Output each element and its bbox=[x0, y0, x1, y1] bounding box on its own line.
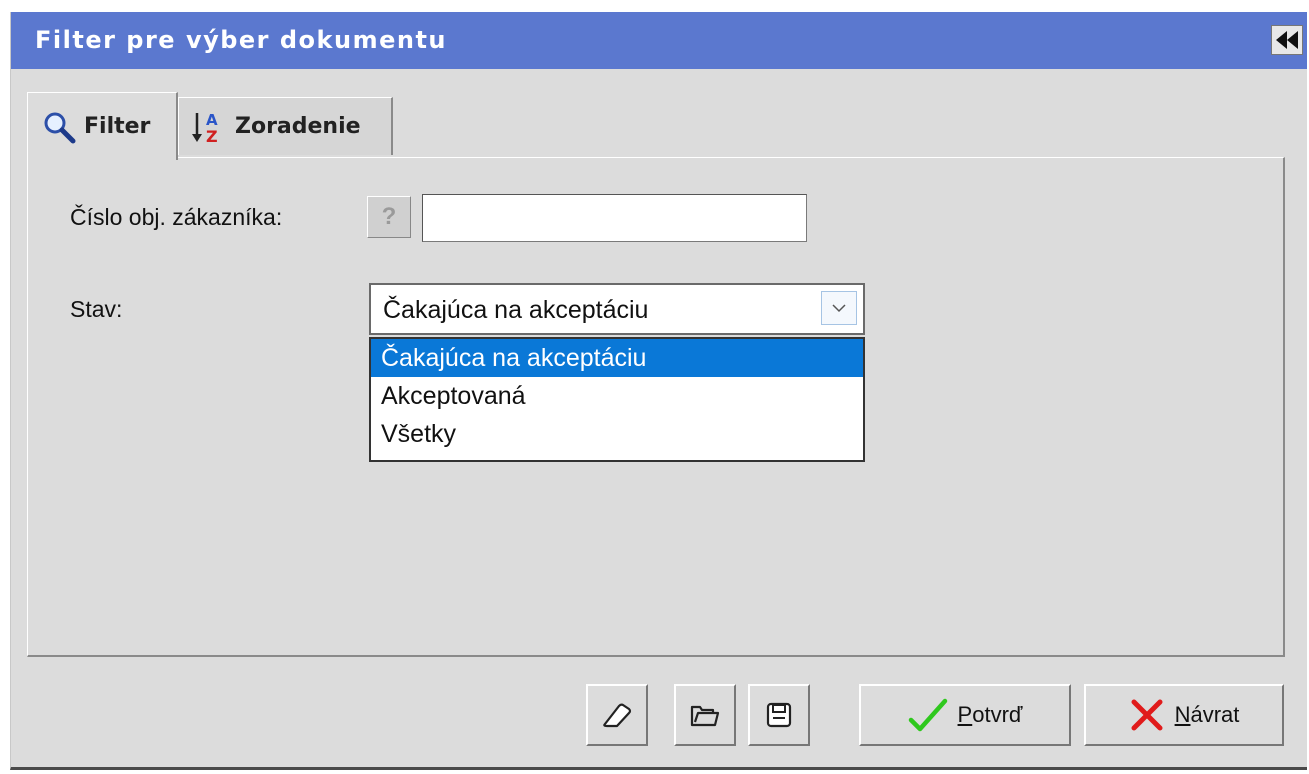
customer-order-label: Číslo obj. zákazníka: bbox=[70, 204, 283, 230]
title-bar: Filter pre výber dokumentu bbox=[11, 12, 1307, 69]
save-button[interactable] bbox=[748, 684, 810, 746]
status-label: Stav: bbox=[70, 296, 123, 322]
status-dropdown-list: Čakajúca na akceptáciu Akceptovaná Všetk… bbox=[369, 337, 865, 462]
tab-filter[interactable]: Filter bbox=[27, 92, 178, 160]
open-folder-icon bbox=[690, 705, 720, 727]
sort-az-icon: A Z bbox=[192, 111, 218, 146]
tab-filter-label: Filter bbox=[84, 114, 151, 139]
magnifier-icon bbox=[44, 112, 76, 143]
svg-text:Z: Z bbox=[206, 127, 218, 146]
status-option-cakajuca[interactable]: Čakajúca na akceptáciu bbox=[371, 339, 863, 377]
floppy-disk-icon bbox=[766, 702, 792, 728]
confirm-button[interactable]: Potvrď bbox=[859, 684, 1071, 746]
back-button-label: Návrat bbox=[1174, 702, 1240, 727]
status-option-vsetky[interactable]: Všetky bbox=[371, 415, 863, 453]
dropdown-arrow-button[interactable] bbox=[821, 291, 857, 325]
status-select-value: Čakajúca na akceptáciu bbox=[383, 296, 649, 324]
open-button[interactable] bbox=[674, 684, 736, 746]
tab-zoradenie-label: Zoradenie bbox=[235, 114, 361, 139]
back-button[interactable]: Návrat bbox=[1084, 684, 1284, 746]
confirm-button-label: Potvrď bbox=[957, 702, 1023, 727]
status-option-akceptovana[interactable]: Akceptovaná bbox=[371, 377, 863, 415]
double-chevron-left-icon bbox=[1276, 31, 1298, 49]
eraser-icon bbox=[603, 703, 632, 728]
customer-order-input[interactable] bbox=[422, 194, 807, 242]
question-mark-icon: ? bbox=[381, 203, 397, 230]
checkmark-icon bbox=[908, 698, 947, 732]
clear-button[interactable] bbox=[586, 684, 648, 746]
chevron-down-icon bbox=[832, 304, 846, 313]
window-title: Filter pre výber dokumentu bbox=[35, 26, 448, 54]
tab-zoradenie[interactable]: A Z Zoradenie bbox=[178, 97, 393, 155]
help-button[interactable]: ? bbox=[367, 196, 411, 238]
collapse-button[interactable] bbox=[1271, 25, 1303, 55]
close-cross-icon bbox=[1131, 699, 1163, 731]
status-select[interactable]: Čakajúca na akceptáciu bbox=[369, 283, 865, 335]
